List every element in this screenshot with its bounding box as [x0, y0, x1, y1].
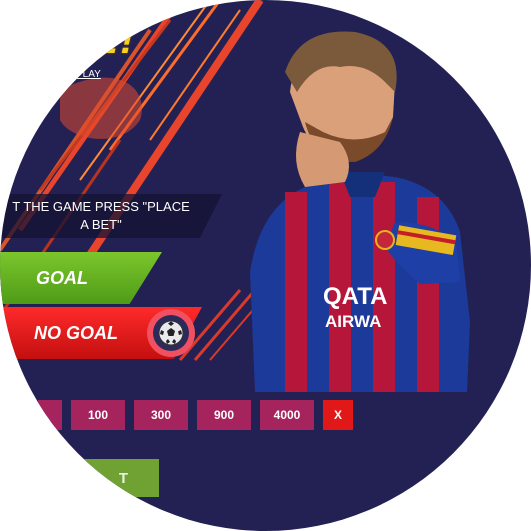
- chip-300-button[interactable]: 300: [134, 400, 188, 430]
- chip-4000-button[interactable]: 4000: [260, 400, 314, 430]
- player-image: QATA AIRWA: [250, 31, 470, 392]
- chip-100-button[interactable]: 100: [71, 400, 125, 430]
- place-bet-label: T: [118, 469, 129, 487]
- ball-icon-badge: [147, 309, 195, 357]
- place-bet-button[interactable]: T: [58, 459, 159, 497]
- instruction-banner: T THE GAME PRESS "PLACE A BET": [0, 194, 222, 238]
- how-to-play-link[interactable]: PLAY: [76, 69, 101, 80]
- instruction-text: T THE GAME PRESS "PLACE A BET": [12, 199, 190, 232]
- chip-900-button[interactable]: 900: [197, 400, 251, 430]
- bet-chips: 100 300 900 4000 X: [38, 400, 353, 430]
- jersey-sponsor-line2: AIRWA: [325, 312, 381, 331]
- goal-button-label: GOAL: [36, 268, 88, 288]
- no-goal-button-label: NO GOAL: [34, 323, 118, 343]
- jersey-sponsor-line1: QATA: [323, 283, 387, 310]
- soccer-ball-icon: [153, 315, 189, 351]
- chip-button[interactable]: [38, 400, 62, 430]
- clear-bet-button[interactable]: X: [323, 400, 353, 430]
- game-panel: E! PLAY T THE GAME PRESS "PLACE A BET" G…: [0, 0, 531, 531]
